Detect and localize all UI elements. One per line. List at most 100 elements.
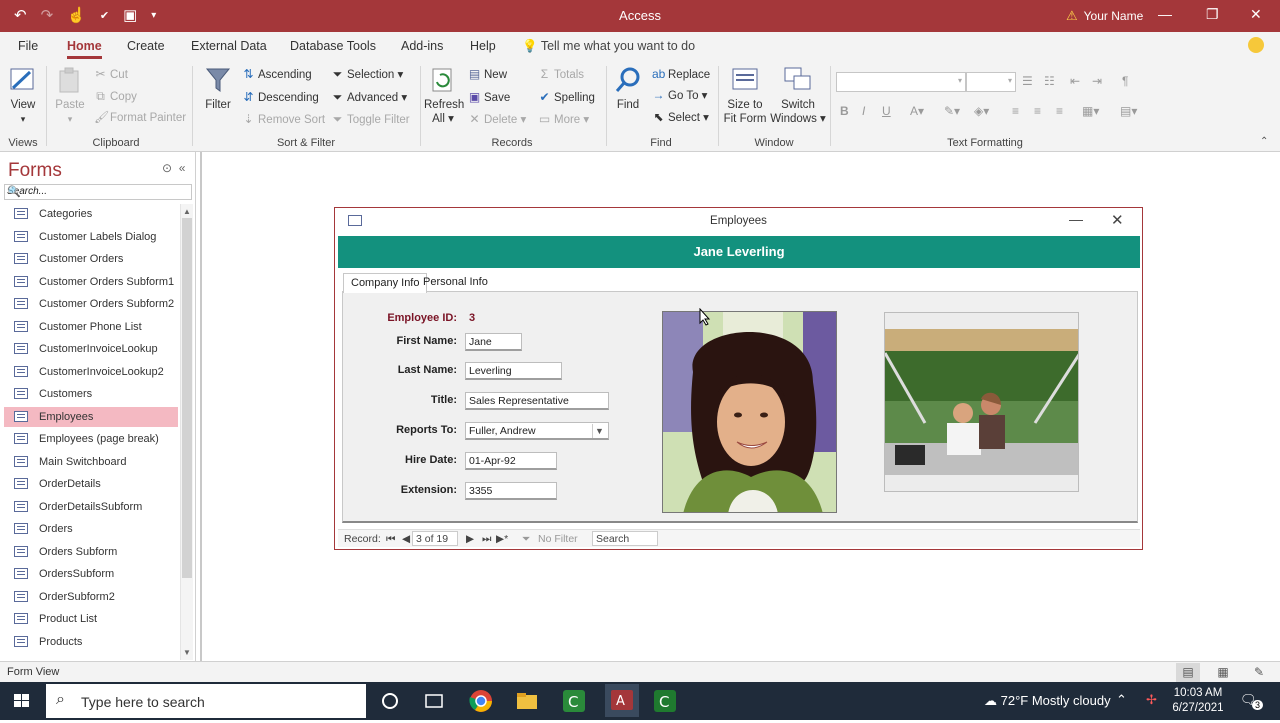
access-taskbar-icon[interactable]: A xyxy=(605,684,639,717)
decrease-indent-icon[interactable]: ⇤ xyxy=(1070,74,1080,88)
tab-file[interactable]: File xyxy=(18,39,38,53)
nav-pane-header[interactable]: Forms xyxy=(8,160,62,182)
record-search-input[interactable]: Search xyxy=(592,531,658,546)
tab-create[interactable]: Create xyxy=(127,39,165,53)
chevron-down-icon[interactable]: ▼ xyxy=(592,424,606,438)
background-color-icon[interactable]: ◈▾ xyxy=(974,104,989,118)
paste-button[interactable]: Paste ▾ xyxy=(52,66,88,126)
nav-item[interactable]: CustomerInvoiceLookup2 xyxy=(4,362,178,382)
first-name-field[interactable]: Jane xyxy=(465,333,522,351)
previous-record-icon[interactable]: ◀ xyxy=(402,533,410,545)
spelling-button[interactable]: ✔ Spelling xyxy=(538,90,594,104)
last-name-field[interactable]: Leverling xyxy=(465,362,562,380)
nav-item[interactable]: Customer Orders xyxy=(4,249,178,269)
tab-external-data[interactable]: External Data xyxy=(191,39,267,53)
toggle-filter-button[interactable]: ⏷ Toggle Filter xyxy=(331,112,410,127)
align-right-icon[interactable]: ≡ xyxy=(1056,104,1063,118)
totals-button[interactable]: Σ Totals xyxy=(538,67,584,81)
file-explorer-icon[interactable] xyxy=(513,687,541,715)
find-button[interactable]: Find xyxy=(612,66,644,112)
scroll-up-icon[interactable]: ▲ xyxy=(183,207,191,216)
collapse-ribbon-icon[interactable]: ⌃ xyxy=(1260,136,1268,147)
close-icon[interactable]: ✕ xyxy=(1111,211,1124,229)
feedback-smiley-icon[interactable] xyxy=(1248,37,1264,53)
nav-item[interactable]: Main Switchboard xyxy=(4,452,178,472)
copy-button[interactable]: ⧉ Copy xyxy=(94,89,137,104)
gridlines-icon[interactable]: ▤▾ xyxy=(1120,104,1137,118)
nav-item[interactable]: Employees xyxy=(4,406,178,427)
underline-icon[interactable]: U xyxy=(882,104,891,118)
tell-me-box[interactable]: 💡 Tell me what you want to do xyxy=(522,39,695,54)
tab-personal-info[interactable]: Personal Info xyxy=(416,273,495,293)
bullets-icon[interactable]: ☰ xyxy=(1022,74,1033,88)
scroll-down-icon[interactable]: ▼ xyxy=(183,648,191,657)
view-button[interactable]: View ▾ xyxy=(6,66,40,126)
more-button[interactable]: ▭ More ▾ xyxy=(538,112,589,126)
next-record-icon[interactable]: ▶ xyxy=(466,533,474,545)
format-painter-button[interactable]: 🖌Format Painter xyxy=(94,110,186,124)
user-account[interactable]: ⚠ Your Name xyxy=(1066,8,1143,24)
replace-button[interactable]: ab Replace xyxy=(652,67,710,81)
italic-icon[interactable]: I xyxy=(862,104,865,118)
nav-item[interactable]: Orders xyxy=(4,519,178,539)
camtasia-recorder-icon[interactable]: C xyxy=(651,687,679,715)
task-view-icon[interactable] xyxy=(420,687,448,715)
minimize-icon[interactable]: — xyxy=(1158,6,1172,22)
advanced-button[interactable]: ⏷ Advanced ▾ xyxy=(331,90,407,105)
nav-item[interactable]: OrderDetails xyxy=(4,474,178,494)
tab-add-ins[interactable]: Add-ins xyxy=(401,39,443,53)
cortana-icon[interactable] xyxy=(376,687,404,715)
select-button[interactable]: ⬉ Select ▾ xyxy=(652,110,708,124)
reports-to-combobox[interactable]: Fuller, Andrew ▼ xyxy=(465,422,609,440)
numbering-icon[interactable]: ☷ xyxy=(1044,74,1055,88)
paragraph-direction-icon[interactable]: ¶ xyxy=(1122,74,1128,88)
remove-sort-button[interactable]: ⇣ Remove Sort xyxy=(242,112,325,126)
nav-item[interactable]: Customer Orders Subform2 xyxy=(4,294,178,314)
hire-date-field[interactable]: 01-Apr-92 xyxy=(465,452,557,470)
first-record-icon[interactable]: ⏮ xyxy=(386,533,395,546)
save-record-button[interactable]: ▣ Save xyxy=(468,90,510,104)
clock[interactable]: 10:03 AM 6/27/2021 xyxy=(1172,686,1224,716)
scroll-thumb[interactable] xyxy=(182,218,192,578)
nav-item[interactable]: OrdersSubform xyxy=(4,564,178,584)
nav-item[interactable]: Categories xyxy=(4,204,178,224)
refresh-all-button[interactable]: Refresh All ▾ xyxy=(424,66,464,126)
font-name-box[interactable]: ▾ xyxy=(836,72,966,92)
close-icon[interactable]: ✕ xyxy=(1250,6,1262,23)
nav-item[interactable]: Customers xyxy=(4,384,178,404)
filter-button[interactable]: Filter xyxy=(200,66,236,112)
alternate-row-color-icon[interactable]: ▦▾ xyxy=(1082,104,1099,118)
font-size-box[interactable]: ▾ xyxy=(966,72,1016,92)
bold-icon[interactable]: B xyxy=(840,104,849,118)
nav-item[interactable]: Customer Phone List xyxy=(4,317,178,337)
nav-item[interactable]: OrderDetailsSubform xyxy=(4,497,178,517)
nav-menu-chevron-icon[interactable]: ⊙ xyxy=(162,161,172,175)
extension-field[interactable]: 3355 xyxy=(465,482,557,500)
nav-item[interactable]: Products xyxy=(4,632,178,652)
descending-button[interactable]: ⇵ Descending xyxy=(242,90,318,104)
form-view-icon[interactable]: ▤ xyxy=(1176,663,1200,682)
show-hidden-icons-icon[interactable]: ⌃ xyxy=(1116,692,1127,708)
highlight-color-icon[interactable]: ✎▾ xyxy=(944,104,960,118)
tab-home[interactable]: Home xyxy=(67,39,102,59)
goto-button[interactable]: → Go To ▾ xyxy=(652,88,708,102)
increase-indent-icon[interactable]: ⇥ xyxy=(1092,74,1102,88)
nav-item[interactable]: OrderSubform2 xyxy=(4,587,178,607)
weather-widget[interactable]: ☁ 72°F Mostly cloudy xyxy=(984,693,1111,709)
design-view-icon[interactable]: ✎ xyxy=(1247,663,1271,682)
ascending-button[interactable]: ⇅ Ascending xyxy=(242,67,311,81)
minimize-icon[interactable]: — xyxy=(1069,211,1083,227)
tab-database-tools[interactable]: Database Tools xyxy=(290,39,376,53)
camtasia-icon[interactable]: C xyxy=(560,687,588,715)
restore-icon[interactable]: ❐ xyxy=(1206,6,1219,23)
tab-help[interactable]: Help xyxy=(470,39,496,53)
layout-view-icon[interactable]: ▦ xyxy=(1211,663,1235,682)
new-blank-record-icon[interactable]: ▶* xyxy=(496,533,508,545)
title-field[interactable]: Sales Representative xyxy=(465,392,609,410)
switch-windows-button[interactable]: Switch Windows ▾ xyxy=(770,66,826,126)
last-record-icon[interactable]: ⏭ xyxy=(482,533,491,546)
nav-item[interactable]: Employees (page break) xyxy=(4,429,178,449)
font-color-icon[interactable]: A▾ xyxy=(910,104,924,118)
selection-button[interactable]: ⏷ Selection ▾ xyxy=(331,67,404,82)
nav-item[interactable]: Customer Labels Dialog xyxy=(4,227,178,247)
